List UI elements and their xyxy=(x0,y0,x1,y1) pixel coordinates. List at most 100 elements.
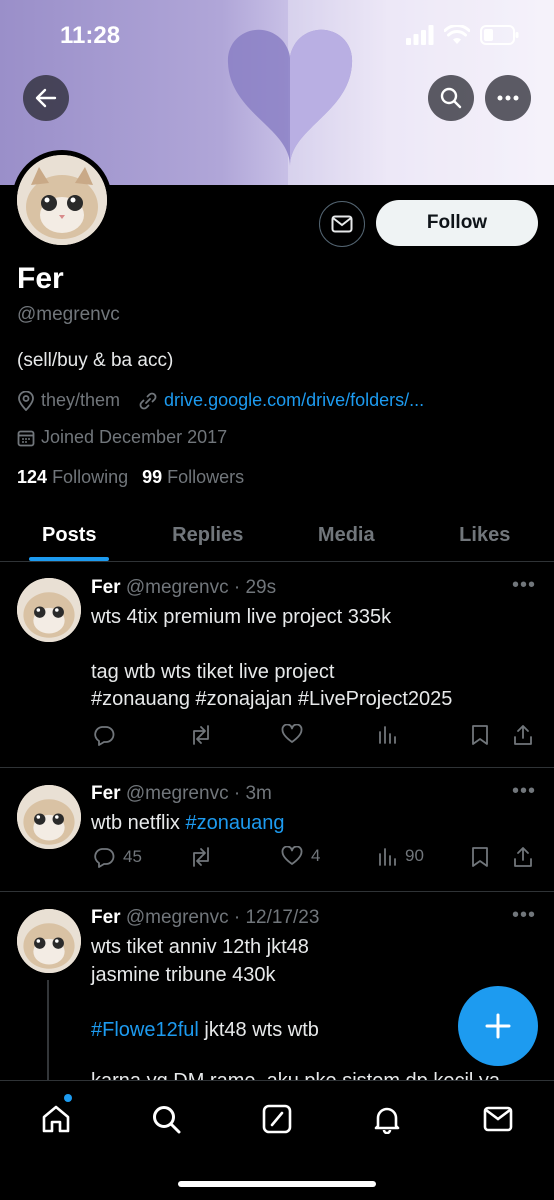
following-count: 124 xyxy=(17,467,48,487)
signal-icon xyxy=(406,25,434,45)
home-icon xyxy=(42,1105,70,1133)
following-label: Following xyxy=(52,467,129,487)
post-author-name: Fer xyxy=(91,577,121,598)
post-text-line: tag wtb wts tiket live project xyxy=(91,661,335,683)
followers-link[interactable]: 99 Followers xyxy=(142,467,244,488)
post-hashtag[interactable]: #zonauang xyxy=(186,812,285,834)
like-button[interactable]: 4 xyxy=(281,846,320,866)
tab-likes[interactable]: Likes xyxy=(416,510,554,561)
mail-icon xyxy=(331,215,353,233)
nav-home[interactable] xyxy=(36,1099,76,1139)
post-item[interactable]: Fer @megrenvc · 12/17/23 ••• wts tiket a… xyxy=(0,892,554,1092)
heart-graphic xyxy=(227,29,353,166)
message-button[interactable] xyxy=(319,201,365,247)
share-icon xyxy=(514,725,532,745)
post-handle-time: @megrenvc · 12/17/23 xyxy=(125,907,320,928)
views-chart-icon xyxy=(379,726,396,744)
post-header: Fer @megrenvc · 12/17/23 xyxy=(91,907,319,929)
post-text-body: wtb netflix xyxy=(91,812,180,834)
profile-tabs: Posts Replies Media Likes xyxy=(0,510,554,562)
mail-icon xyxy=(483,1106,513,1132)
repost-button[interactable] xyxy=(189,724,213,746)
repost-icon xyxy=(193,847,209,867)
post-header: Fer @megrenvc · 29s xyxy=(91,577,276,599)
post-more-button[interactable]: ••• xyxy=(512,780,536,803)
post-hashtags[interactable]: #zonauang #zonajajan #LiveProject2025 xyxy=(91,685,452,713)
bookmark-button[interactable] xyxy=(471,724,489,746)
reply-count: 45 xyxy=(123,847,142,866)
home-indicator xyxy=(178,1181,376,1187)
reply-icon xyxy=(94,726,115,746)
bookmark-icon xyxy=(472,725,488,745)
nav-search[interactable] xyxy=(146,1099,186,1139)
repost-button[interactable] xyxy=(189,846,213,868)
post-avatar[interactable] xyxy=(17,785,81,849)
back-arrow-icon xyxy=(35,88,57,108)
tab-replies[interactable]: Replies xyxy=(139,510,278,561)
heart-icon xyxy=(281,724,303,743)
post-more-button[interactable]: ••• xyxy=(512,904,536,927)
cat-avatar-image xyxy=(17,578,81,642)
view-count: 90 xyxy=(405,846,424,865)
nav-grok[interactable] xyxy=(257,1099,297,1139)
share-button[interactable] xyxy=(513,724,533,746)
home-notification-dot xyxy=(64,1094,72,1102)
nav-notifications[interactable] xyxy=(367,1099,407,1139)
profile-joined: Joined December 2017 xyxy=(41,427,228,447)
views-button[interactable]: 90 xyxy=(377,846,424,866)
post-author-name: Fer xyxy=(91,783,121,804)
post-actions: 45 4 90 xyxy=(91,846,537,876)
post-text: wtb netflix #zonauang xyxy=(91,809,284,837)
share-button[interactable] xyxy=(513,846,533,868)
follow-button[interactable]: Follow xyxy=(376,200,538,246)
back-button[interactable] xyxy=(23,75,69,121)
cat-avatar-image xyxy=(17,909,81,973)
wifi-icon xyxy=(444,25,470,44)
tab-posts[interactable]: Posts xyxy=(0,510,139,561)
search-icon xyxy=(440,87,462,109)
following-link[interactable]: 124 Following xyxy=(17,467,128,488)
post-header: Fer @megrenvc · 3m xyxy=(91,783,272,805)
reply-button[interactable]: 45 xyxy=(93,846,142,868)
post-item[interactable]: Fer @megrenvc · 3m ••• wtb netflix #zona… xyxy=(0,768,554,892)
profile-joined-row: Joined December 2017 xyxy=(17,427,227,448)
bookmark-button[interactable] xyxy=(471,846,489,868)
profile-link[interactable]: drive.google.com/drive/folders/... xyxy=(164,390,424,411)
views-button[interactable] xyxy=(377,724,397,744)
followers-label: Followers xyxy=(167,467,245,487)
profile-name: Fer xyxy=(17,262,64,295)
more-dots-icon xyxy=(497,95,519,101)
tab-media[interactable]: Media xyxy=(277,510,416,561)
follow-stats: 124 Following 99 Followers xyxy=(17,467,244,488)
post-text-line: jasmine tribune 430k xyxy=(91,964,276,986)
search-button[interactable] xyxy=(428,75,474,121)
profile-bio: (sell/buy & ba acc) xyxy=(17,350,174,371)
profile-meta-row: they/them drive.google.com/drive/folders… xyxy=(17,390,424,411)
post-text-line: wts tiket anniv 12th jkt48 xyxy=(91,936,309,958)
cat-avatar-image xyxy=(17,785,81,849)
status-time: 11:28 xyxy=(60,22,121,49)
reply-icon xyxy=(94,848,115,868)
more-options-button[interactable] xyxy=(485,75,531,121)
post-hashtag[interactable]: #Flowe12ful xyxy=(91,1019,199,1041)
compose-button[interactable] xyxy=(458,986,538,1066)
post-item[interactable]: Fer @megrenvc · 29s ••• wts 4tix premium… xyxy=(0,562,554,768)
link-icon xyxy=(139,392,157,409)
share-icon xyxy=(514,847,532,867)
views-chart-icon xyxy=(379,848,396,866)
post-handle-time: @megrenvc · 3m xyxy=(125,783,272,804)
reply-button[interactable] xyxy=(93,724,115,746)
post-text-rest: jkt48 wts wtb xyxy=(198,1019,319,1041)
like-button[interactable] xyxy=(281,724,303,744)
post-avatar[interactable] xyxy=(17,909,81,973)
post-more-button[interactable]: ••• xyxy=(512,574,536,597)
heart-icon xyxy=(281,846,303,865)
profile-pronouns: they/them xyxy=(41,390,121,410)
profile-avatar[interactable] xyxy=(12,150,112,250)
location-pin-icon xyxy=(18,390,34,411)
post-actions xyxy=(91,724,537,754)
search-icon xyxy=(153,1106,181,1134)
plus-icon xyxy=(485,1013,511,1039)
nav-messages[interactable] xyxy=(478,1099,518,1139)
post-avatar[interactable] xyxy=(17,578,81,642)
